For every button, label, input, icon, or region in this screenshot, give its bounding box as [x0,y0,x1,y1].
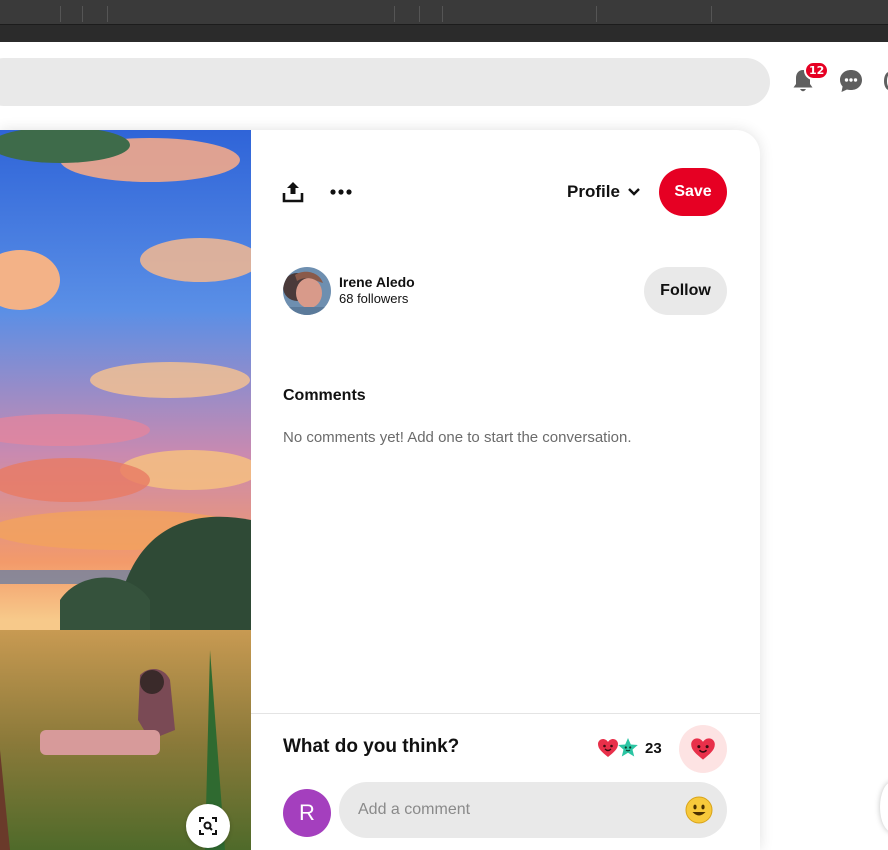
react-button[interactable] [679,725,727,773]
follow-button[interactable]: Follow [644,267,727,315]
author-name[interactable]: Irene Aledo [339,274,415,290]
tab-divider [60,6,61,22]
help-button[interactable] [880,782,888,832]
tab-divider [394,6,395,22]
pin-closeup-card: Profile Save Irene Aledo 68 followers Fo… [0,130,760,850]
author-avatar[interactable] [283,267,331,315]
tab-divider [442,6,443,22]
board-dropdown[interactable]: Profile [567,180,640,204]
more-options-button[interactable] [323,174,359,210]
tab-divider [419,6,420,22]
author-followers: 68 followers [339,291,409,306]
author-photo [283,267,331,315]
notification-count-badge: 12 [804,61,830,80]
messages-button[interactable] [836,66,866,96]
heart-face-icon [691,738,715,760]
current-user-avatar[interactable]: R [283,789,331,837]
board-dropdown-label: Profile [567,182,620,201]
comments-heading: Comments [283,387,366,404]
more-options-icon [330,189,352,195]
browser-chrome [0,0,888,42]
pin-image[interactable] [0,130,251,850]
tab-divider [711,6,712,22]
feedback-prompt: What do you think? [283,736,460,757]
save-button[interactable]: Save [659,168,727,216]
comments-empty-text: No comments yet! Add one to start the co… [283,429,632,446]
chevron-down-icon [628,188,640,196]
tab-divider [596,6,597,22]
pin-details-panel: Profile Save Irene Aledo 68 followers Fo… [251,130,760,850]
share-button[interactable] [275,174,311,210]
smiley-emoji-icon [685,796,713,824]
divider [251,713,760,714]
browser-tab-strip [0,0,888,25]
account-menu-icon[interactable] [884,72,888,90]
reaction-summary[interactable]: 23 [597,737,662,759]
upload-share-icon [282,182,304,203]
reaction-count: 23 [645,739,662,757]
emoji-picker-button[interactable] [683,794,715,826]
heart-face-icon [598,739,618,757]
comment-input[interactable] [339,782,727,838]
tab-divider [107,6,108,22]
tab-divider [82,6,83,22]
chat-bubble-icon [840,70,862,92]
lens-icon [199,817,217,835]
search-bar[interactable] [0,58,770,106]
visual-search-button[interactable] [186,804,230,848]
star-face-icon [618,738,638,757]
